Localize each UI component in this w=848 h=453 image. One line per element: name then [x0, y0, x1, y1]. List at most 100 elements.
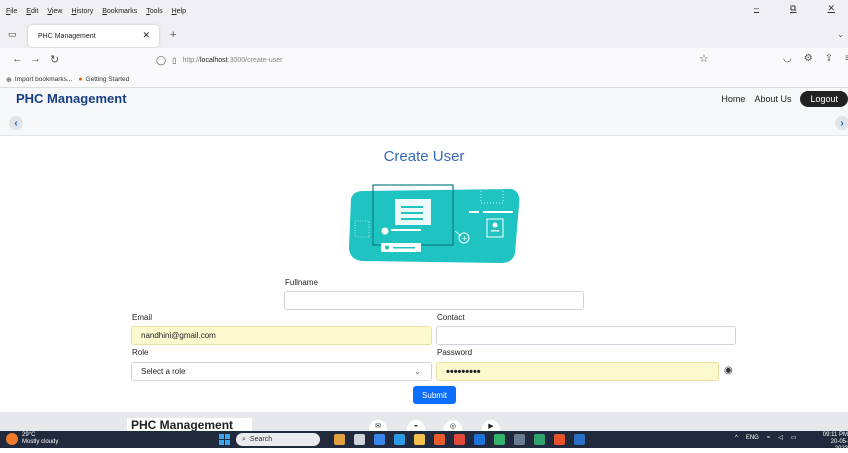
browser-menubar: File Edit View History Bookmarks Tools H…: [0, 0, 848, 22]
illustration-pill-line: [393, 247, 415, 249]
firefox-taskbar-icon[interactable]: [434, 434, 445, 445]
clock-date: 20-05-2023: [830, 439, 848, 452]
new-tab-icon[interactable]: +: [170, 29, 176, 41]
forward-icon[interactable]: →: [30, 53, 41, 65]
close-window-icon[interactable]: ✕: [827, 3, 835, 14]
office-icon[interactable]: [554, 434, 565, 445]
submit-button[interactable]: Submit: [413, 386, 456, 404]
vscode-icon[interactable]: [394, 434, 405, 445]
tab-phc-management[interactable]: PHC Management ✕: [28, 25, 159, 47]
vs-icon[interactable]: [474, 434, 485, 445]
taskbar-clock[interactable]: 09:11 PM 20-05-2023: [818, 432, 848, 453]
prev-arrow-icon[interactable]: ‹: [9, 116, 23, 130]
back-icon[interactable]: ←: [12, 53, 23, 65]
window-controls: – ⧉ ✕: [754, 3, 844, 14]
illustration-line: [391, 229, 421, 231]
contact-input[interactable]: [436, 326, 736, 345]
reload-icon[interactable]: ↻: [50, 53, 59, 66]
menu-view[interactable]: View: [47, 8, 62, 15]
windows-taskbar: 29°C Mostly cloudy ⌕ Search ^ ENG ≈ ◁ ▭ …: [0, 431, 848, 452]
bookmark-getting-started[interactable]: ● Getting Started: [78, 76, 129, 83]
contact-label: Contact: [437, 313, 465, 322]
password-label: Password: [437, 348, 473, 357]
windows-start-icon[interactable]: [219, 434, 230, 445]
import-icon: ⊕: [6, 76, 12, 84]
next-arrow-icon[interactable]: ›: [835, 116, 848, 130]
pocket-icon[interactable]: ◡: [783, 53, 792, 64]
language-indicator[interactable]: ENG: [746, 435, 759, 441]
minimize-icon[interactable]: –: [754, 3, 759, 14]
illustration-bar: [469, 211, 479, 213]
restore-icon[interactable]: ⧉: [790, 3, 796, 14]
role-value: Select a role: [141, 367, 186, 376]
chevron-down-icon: ⌄: [414, 367, 421, 376]
extensions-icon[interactable]: ⚙: [804, 53, 813, 64]
header-nav: Home About Us Logout: [721, 91, 848, 107]
shield-icon: ◯: [156, 54, 167, 65]
illustration-plus: +: [462, 235, 468, 243]
url-prefix: http://: [182, 56, 200, 64]
task-view-icon[interactable]: [354, 434, 365, 445]
bookmark-import[interactable]: ⊕ Import bookmarks...: [6, 76, 72, 84]
tab-title: PHC Management: [38, 32, 96, 40]
bookmark-label: Getting Started: [85, 76, 130, 83]
nav-home[interactable]: Home: [721, 94, 745, 104]
app-icon[interactable]: [494, 434, 505, 445]
email-label: Email: [132, 313, 153, 322]
menu-bookmarks[interactable]: Bookmarks: [102, 8, 137, 15]
page-icon: ▯: [172, 55, 177, 65]
firefox-icon: ●: [78, 76, 83, 83]
url-host: localhost: [200, 56, 228, 64]
fullname-input[interactable]: [284, 291, 584, 310]
url-bar[interactable]: ◯ ▯ http://localhost:3000/create-user: [156, 51, 716, 69]
weather-text: Mostly cloudy: [22, 439, 59, 445]
menu-help[interactable]: Help: [172, 8, 186, 15]
weather-widget[interactable]: 29°C Mostly cloudy: [22, 432, 58, 446]
edge-icon[interactable]: [374, 434, 385, 445]
search-icon: ⌕: [242, 435, 246, 443]
terminal-icon[interactable]: [514, 434, 525, 445]
role-select[interactable]: Select a role ⌄: [131, 362, 432, 381]
illustration-line: [401, 212, 423, 214]
battery-icon[interactable]: ▭: [791, 434, 797, 441]
bookmark-star-icon[interactable]: ☆: [699, 52, 709, 65]
email-input[interactable]: nandhini@gmail.com: [131, 326, 432, 345]
taskbar-search[interactable]: ⌕ Search: [236, 433, 320, 446]
footer-brand: PHC Management: [127, 418, 252, 432]
widgets-app-icon[interactable]: [334, 434, 345, 445]
password-input[interactable]: •••••••••: [436, 362, 719, 381]
page-title: Create User: [383, 148, 465, 165]
share-icon[interactable]: ⇪: [825, 53, 833, 64]
close-tab-icon[interactable]: ✕: [142, 30, 150, 41]
clock-time: 09:11 PM: [822, 432, 848, 438]
chevron-down-icon[interactable]: ⌄: [837, 30, 844, 39]
system-tray: ^ ENG ≈ ◁ ▭: [735, 434, 797, 442]
brand-logo[interactable]: PHC Management: [16, 91, 127, 106]
bookmark-label: Import bookmarks...: [14, 76, 73, 83]
email-value: nandhini@gmail.com: [141, 331, 216, 340]
nav-about-us[interactable]: About Us: [754, 94, 791, 104]
illustration-user-card: [486, 218, 504, 238]
toolbar-icons: ◡ ⚙ ⇪ ≡: [783, 53, 848, 64]
menu-history[interactable]: History: [71, 8, 93, 15]
app-header: PHC Management Home About Us Logout: [0, 88, 848, 110]
file-explorer-icon[interactable]: [414, 434, 425, 445]
eye-icon[interactable]: ◉: [724, 365, 733, 376]
chrome-icon[interactable]: [454, 434, 465, 445]
illustration-line: [401, 218, 423, 220]
menu-file[interactable]: File: [6, 8, 17, 15]
illustration-pill-dot: [385, 245, 389, 250]
logout-button[interactable]: Logout: [800, 91, 848, 107]
word-icon[interactable]: [574, 434, 585, 445]
tab-list-icon[interactable]: ▭: [8, 29, 17, 40]
create-user-illustration: +: [349, 184, 520, 263]
store-icon[interactable]: [534, 434, 545, 445]
chevron-up-icon[interactable]: ^: [735, 435, 738, 441]
taskbar-apps: [334, 434, 585, 445]
illustration-avatar-line: [491, 230, 499, 232]
menu-edit[interactable]: Edit: [26, 8, 38, 15]
menu-tools[interactable]: Tools: [146, 8, 162, 15]
browser-navbar: ← → ↻ ◯ ▯ http://localhost:3000/create-u…: [0, 48, 848, 72]
volume-icon[interactable]: ◁: [778, 434, 783, 441]
wifi-icon[interactable]: ≈: [767, 435, 770, 441]
